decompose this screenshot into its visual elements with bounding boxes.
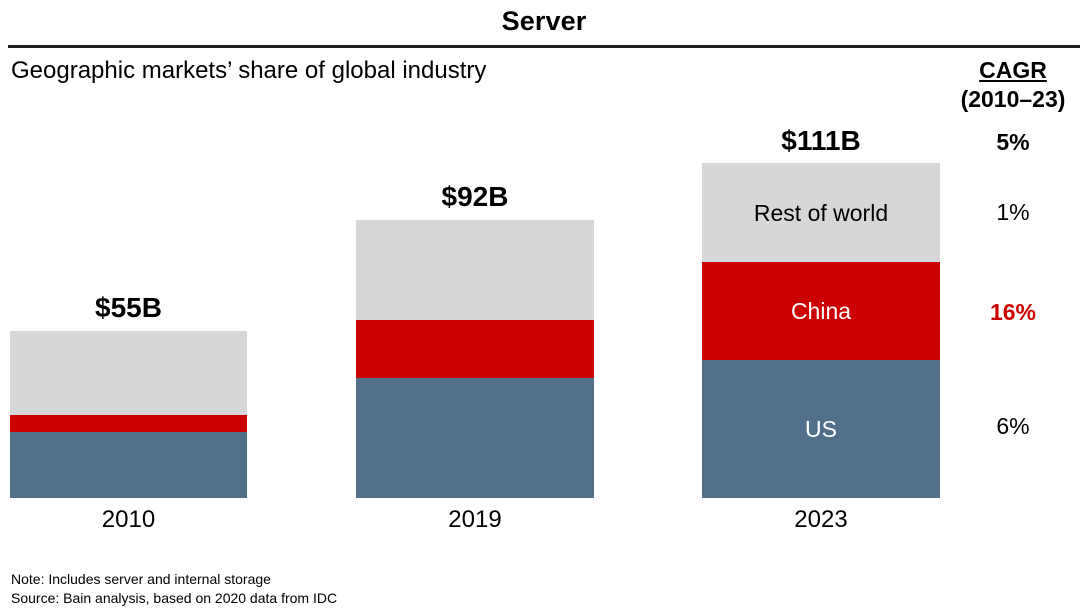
- cagr-value-china: 16%: [989, 299, 1037, 325]
- footnotes: Note: Includes server and internal stora…: [11, 570, 337, 608]
- bar-total-label-2019: $92B: [441, 181, 509, 212]
- bar-group-2023: $111B Rest of world China US 2023: [702, 0, 940, 612]
- bar-segment-rest-of-world-2023: Rest of world: [702, 163, 940, 262]
- cagr-value-total: 5%: [996, 129, 1030, 155]
- cagr-column-header: CAGR (2010–23): [938, 56, 1088, 113]
- axis-label-2019: 2019: [448, 506, 502, 533]
- stacked-bar-2010: [10, 331, 247, 498]
- bar-segment-rest-of-world-2019: [356, 220, 594, 320]
- axis-label-2023: 2023: [794, 506, 848, 533]
- bar-group-2019: $92B 2019: [356, 0, 594, 612]
- bar-segment-rest-of-world-2010: [10, 331, 247, 415]
- bar-segment-china-2019: [356, 320, 594, 378]
- bar-segment-label-rest-of-world: Rest of world: [753, 199, 889, 226]
- axis-label-2010: 2010: [101, 506, 156, 533]
- bar-total-label-2010: $55B: [95, 292, 162, 323]
- bar-total-label-2023: $111B: [781, 125, 861, 156]
- footnote-note: Note: Includes server and internal stora…: [11, 571, 271, 587]
- stacked-bar-2023: Rest of world China US: [702, 163, 940, 498]
- bar-segment-us-2019: [356, 378, 594, 498]
- slide-canvas: Server Geographic markets’ share of glob…: [0, 0, 1088, 612]
- cagr-value-us: 6%: [996, 413, 1030, 439]
- bar-group-2010: $55B 2010: [10, 0, 247, 612]
- cagr-range: (2010–23): [960, 86, 1066, 112]
- bar-segment-label-china: China: [790, 298, 852, 324]
- bar-segment-label-us: US: [805, 416, 837, 442]
- bar-segment-us-2023: US: [702, 360, 940, 498]
- stacked-bar-2019: [356, 220, 594, 498]
- cagr-label: CAGR: [979, 57, 1047, 83]
- cagr-value-rest-of-world: 1%: [996, 199, 1030, 225]
- bar-segment-china-2010: [10, 415, 247, 432]
- bar-segment-china-2023: China: [702, 262, 940, 360]
- bar-segment-us-2010: [10, 432, 247, 498]
- footnote-source: Source: Bain analysis, based on 2020 dat…: [11, 590, 338, 606]
